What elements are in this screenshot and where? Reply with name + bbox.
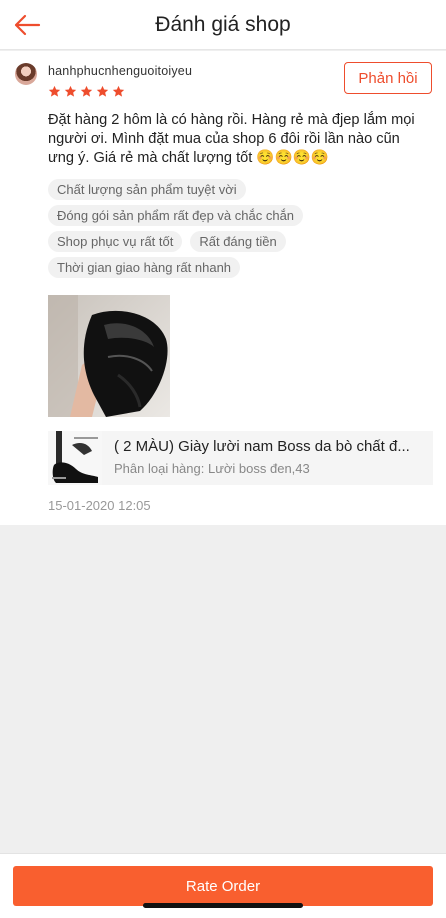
review-tag: Đóng gói sản phẩm rất đẹp và chắc chắn [48,205,304,226]
review-date: 15-01-2020 12:05 [48,498,151,513]
star-icon [96,85,109,97]
review-tag: Chất lượng sản phẩm tuyệt vời [48,179,246,200]
home-indicator [143,903,303,908]
product-thumbnail [48,431,102,485]
reply-button[interactable]: Phản hồi [344,62,432,94]
shoe-thumbnail-image [48,431,102,485]
star-icon [64,85,77,97]
product-name: ( 2 MÀU) Giày lười nam Boss da bò chất đ… [114,438,410,455]
reviewer-username: hanhphucnhenguoitoiyeu [48,64,193,78]
review-tag: Shop phục vụ rất tốt [48,231,183,252]
review-text: Đặt hàng 2 hôm là có hàng rồi. Hàng rẻ m… [48,112,415,166]
product-variant: Phân loại hàng: Lười boss đen,43 [114,461,310,476]
rate-order-button[interactable]: Rate Order [13,866,433,906]
header-bar: Đánh giá shop [0,0,446,50]
rating-stars [48,85,125,98]
review-photo[interactable] [48,295,170,417]
shoe-photo-image [48,295,170,417]
review-tag: Rất đáng tiền [190,231,286,252]
review-tag: Thời gian giao hàng rất nhanh [48,257,241,278]
star-icon [80,85,93,97]
star-icon [48,85,61,97]
product-link[interactable]: ( 2 MÀU) Giày lười nam Boss da bò chất đ… [48,431,433,485]
page-title: Đánh giá shop [155,13,291,36]
star-icon [112,85,125,97]
review-card: hanhphucnhenguoitoiyeu Phản hồi Đặt hàng… [0,51,446,525]
review-tags: Chất lượng sản phẩm tuyệt vời Đóng gói s… [48,179,428,283]
avatar[interactable] [15,63,37,85]
bottom-bar: Rate Order [0,853,446,918]
